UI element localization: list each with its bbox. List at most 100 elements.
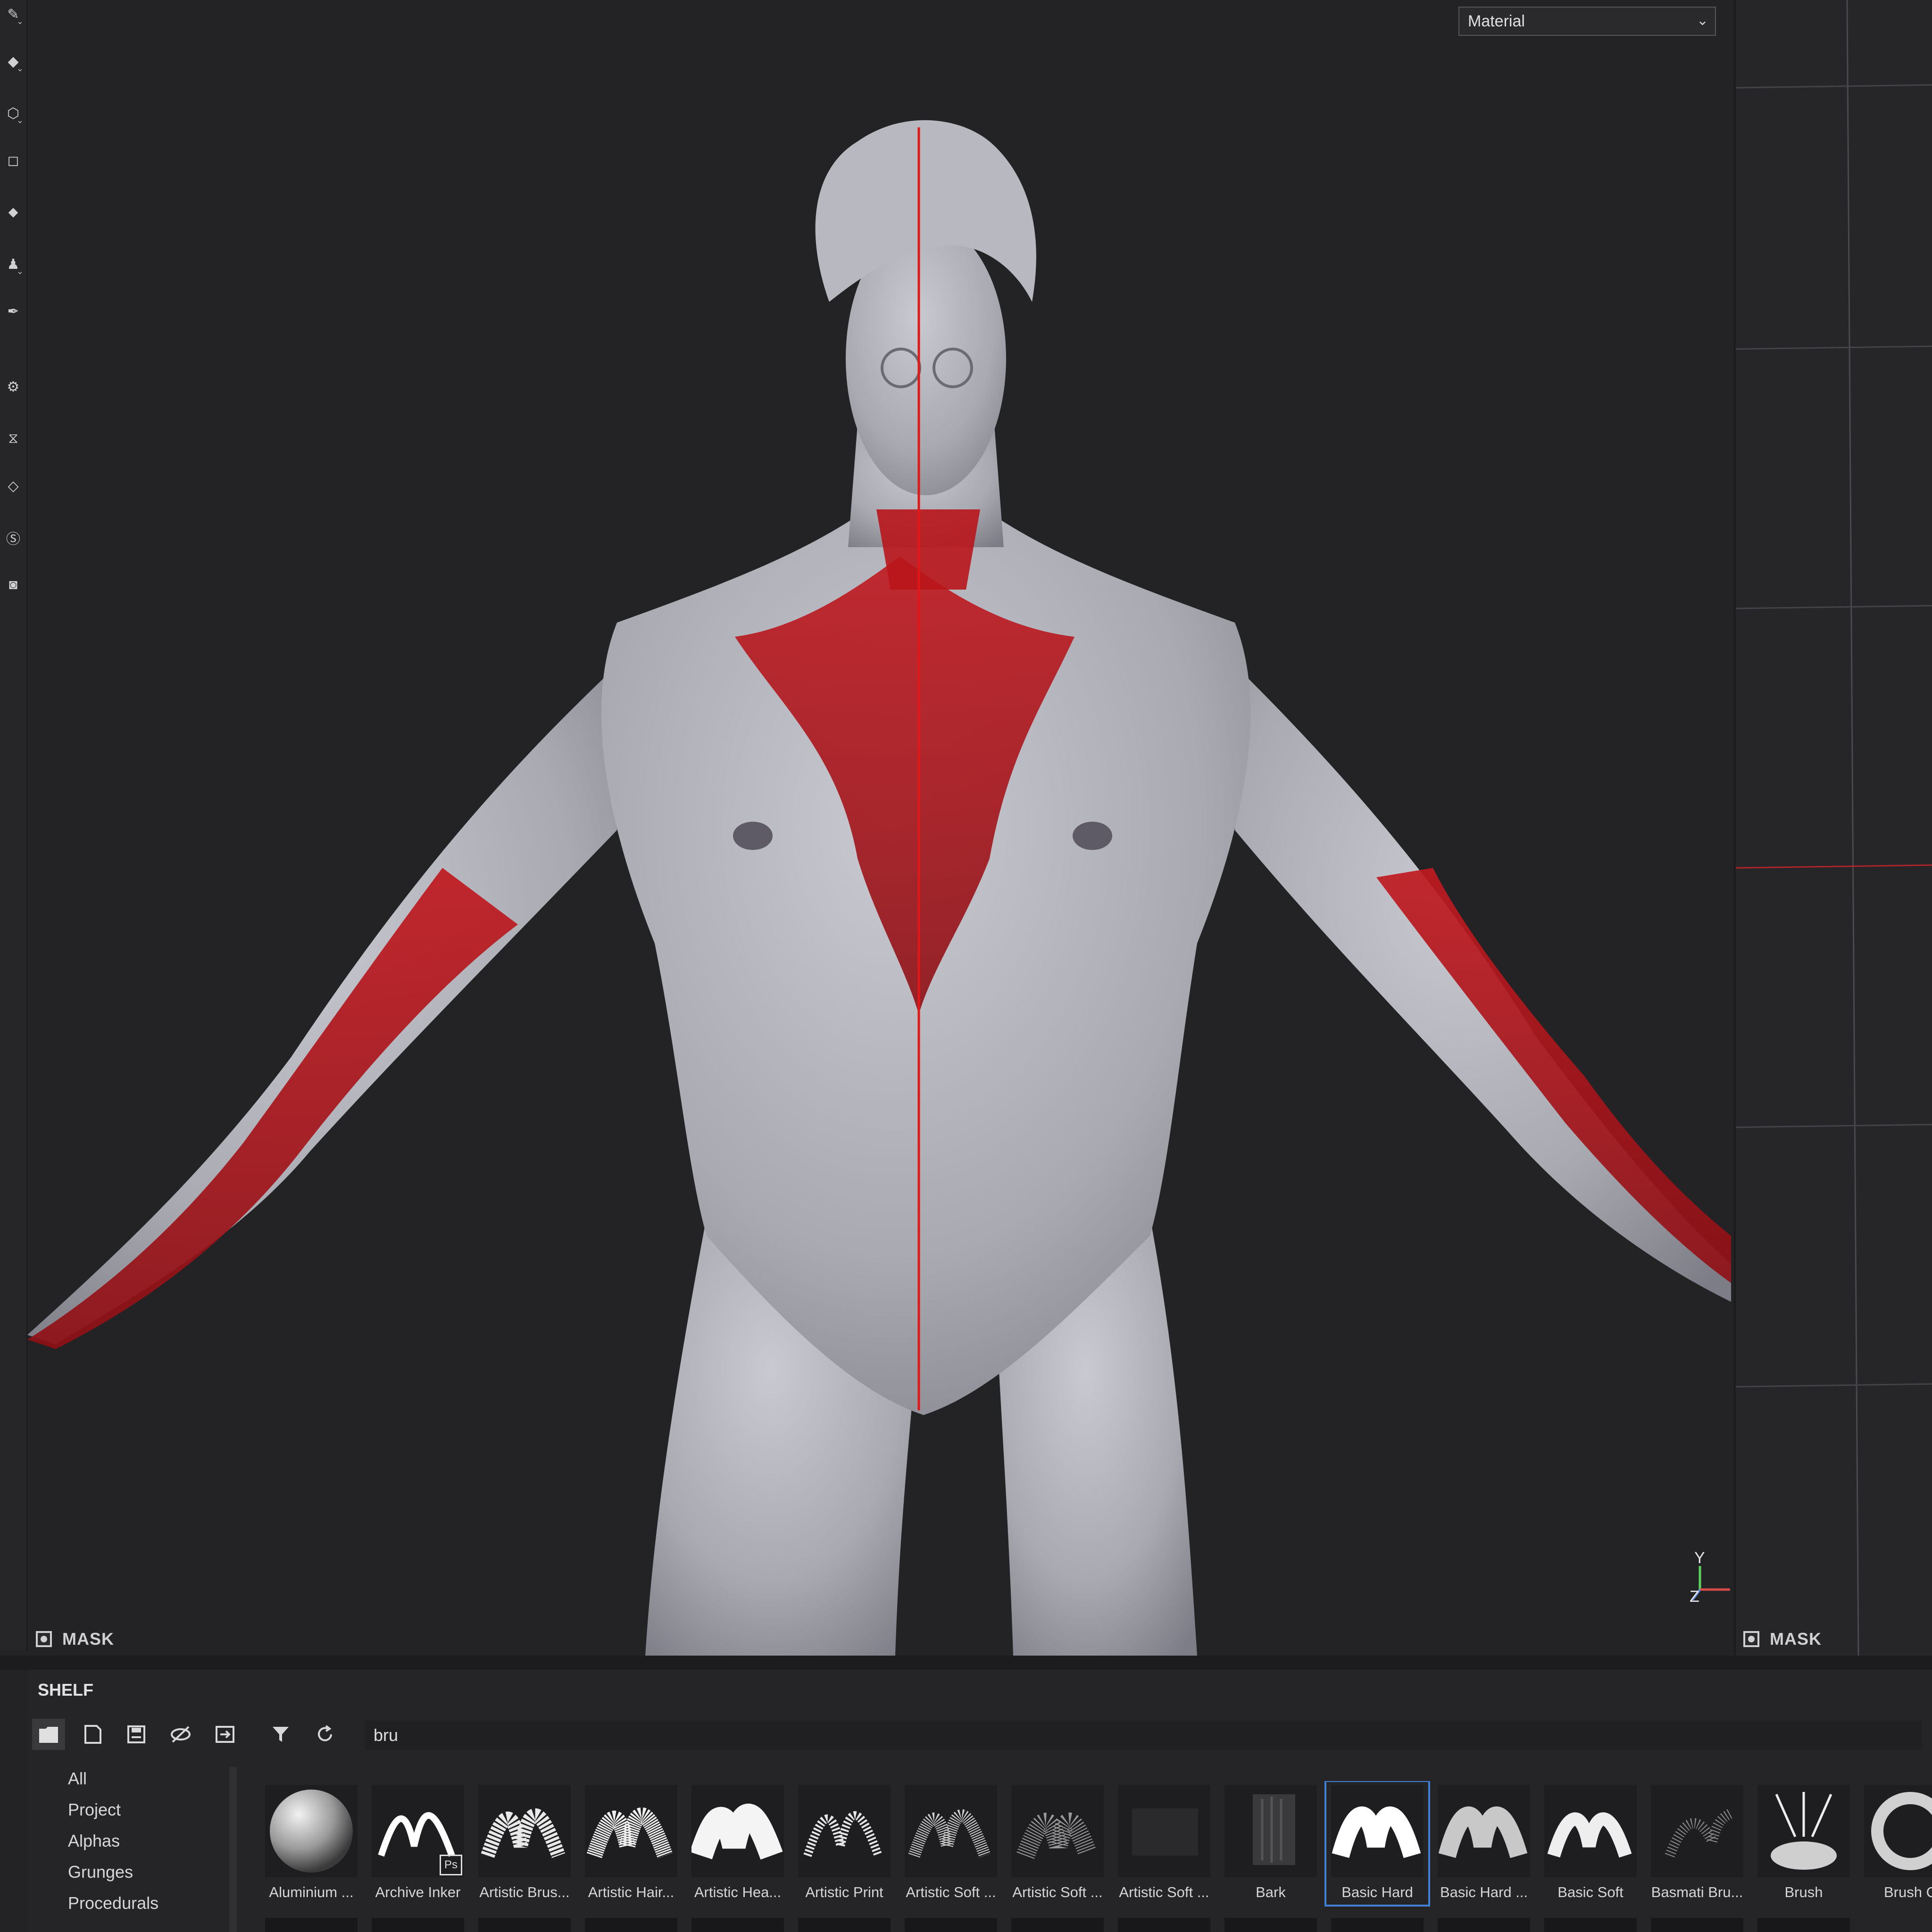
shelf-search-input[interactable] (365, 1721, 1922, 1750)
shelf-item-label: Aluminium ... (269, 1884, 354, 1900)
chevron-down-icon: ⌄ (1696, 13, 1708, 28)
shelf-item-bark[interactable]: Bark (1219, 1781, 1323, 1906)
filter-icon[interactable] (264, 1719, 297, 1750)
shelf-item-archive-inker[interactable]: Ps Archive Inker (366, 1781, 470, 1906)
shelf-item-row2[interactable] (1438, 1918, 1530, 1932)
shelf-item-label: Artistic Hea... (694, 1884, 782, 1900)
shelf-item-row2[interactable] (372, 1918, 464, 1932)
clone-tool-icon[interactable]: ♟ ⌄ (0, 250, 26, 278)
shelf-item-artistic-heavy[interactable]: Artistic Hea... (686, 1781, 790, 1906)
shelf-item-artistic-hair[interactable]: Artistic Hair... (579, 1781, 683, 1906)
mask-label: MASK (1770, 1629, 1822, 1649)
panel-divider[interactable] (0, 1656, 1932, 1670)
color-picker-icon[interactable]: ✒ (0, 297, 26, 325)
mask-icon (36, 1631, 52, 1647)
shelf-item-row2[interactable] (1544, 1918, 1637, 1932)
shelf-item-row2[interactable] (1757, 1918, 1850, 1932)
aluminium-thumbnail (265, 1785, 358, 1877)
shelf-item-row2[interactable] (1331, 1918, 1424, 1932)
shelf-item-label: Archive Inker (375, 1884, 461, 1900)
shelf-item-brush[interactable]: Brush (1752, 1781, 1856, 1906)
shelf-item-artistic-soft-1[interactable]: Artistic Soft ... (899, 1781, 1003, 1906)
artistic-heavy-thumbnail (691, 1785, 784, 1877)
shelf-item-artistic-soft-2[interactable]: Artistic Soft ... (1006, 1781, 1109, 1906)
shelf-item-label: Artistic Brus... (479, 1884, 570, 1900)
fill-tool-icon[interactable]: ⬥ (0, 198, 26, 226)
refresh-icon[interactable] (308, 1719, 341, 1750)
shelf-item-artistic-print[interactable]: Artistic Print (792, 1781, 896, 1906)
photoshop-badge: Ps (440, 1855, 462, 1875)
3d-viewport[interactable]: Material ⌄ MASK Y X Z (27, 0, 1731, 1656)
shelf-item-label: Brush C (1884, 1884, 1932, 1900)
shelf-item-label: Artistic Soft ... (1012, 1884, 1103, 1900)
save-icon[interactable] (120, 1719, 153, 1750)
script-icon[interactable]: Ⓢ (0, 524, 26, 552)
artistic-hair-thumbnail (585, 1785, 677, 1877)
shelf-item-row2[interactable] (1011, 1918, 1104, 1932)
shelf-item-artistic-brush[interactable]: Artistic Brus... (473, 1781, 576, 1906)
bake-tool-icon[interactable]: ⧖ (0, 425, 26, 453)
shelf-items: Aluminium ... Ps Archive Inker Artistic … (259, 1781, 1932, 1932)
paint-tool-icon[interactable]: ◆ ⌄ (0, 47, 26, 75)
shelf-item-row2[interactable] (478, 1918, 571, 1932)
uv-viewport[interactable]: MASK (1734, 0, 1932, 1656)
shelf-categories: All Project Alphas Grunges Procedurals (27, 1762, 249, 1932)
shelf-item-row2[interactable] (1651, 1918, 1743, 1932)
shelf-item-brush-c[interactable]: Brush C (1858, 1781, 1932, 1906)
axis-y-label: Y (1694, 1549, 1705, 1567)
uv-grid (1736, 0, 1932, 1656)
uv-mask-toggle[interactable]: MASK (1743, 1629, 1822, 1649)
category-grunges[interactable]: Grunges (68, 1862, 133, 1882)
material-select[interactable]: Material ⌄ (1458, 7, 1716, 36)
shelf-item-basmati-brush[interactable]: Basmati Bru... (1645, 1781, 1749, 1906)
settings-icon[interactable]: ⚙ (0, 373, 26, 401)
artistic-brush-thumbnail (478, 1785, 571, 1877)
polygon-fill-icon[interactable]: ◻ (0, 146, 26, 175)
shelf-item-label: Basic Soft (1557, 1884, 1624, 1900)
shelf-item-row2[interactable] (905, 1918, 997, 1932)
shelf-item-row2[interactable] (585, 1918, 677, 1932)
shelf-item-label: Artistic Print (805, 1884, 883, 1900)
shelf-item-label: Basic Hard ... (1440, 1884, 1528, 1900)
category-all[interactable]: All (68, 1769, 87, 1789)
brush-tool-icon[interactable]: ✎ ⌄ (0, 0, 26, 28)
hide-icon[interactable] (164, 1719, 197, 1750)
shelf-item-label: Basic Hard (1341, 1884, 1413, 1900)
shelf-item-label: Basmati Bru... (1651, 1884, 1743, 1900)
shelf-item-artistic-soft-3[interactable]: Artistic Soft ... (1112, 1781, 1216, 1906)
shelf-item-basic-hard[interactable]: Basic Hard (1324, 1781, 1430, 1907)
new-resource-icon[interactable] (76, 1719, 109, 1750)
shelf-item-basic-soft[interactable]: Basic Soft (1539, 1781, 1642, 1906)
mask-label: MASK (62, 1629, 114, 1649)
import-icon[interactable] (208, 1719, 242, 1750)
category-project[interactable]: Project (68, 1800, 121, 1820)
shelf-item-row2[interactable] (691, 1918, 784, 1932)
shelf-item-label: Bark (1256, 1884, 1286, 1900)
shelf-item-row2[interactable] (1224, 1918, 1317, 1932)
artistic-soft-thumbnail (1011, 1785, 1104, 1877)
shelf-item-row2[interactable] (1118, 1918, 1210, 1932)
shelf-item-row2[interactable] (798, 1918, 891, 1932)
shelf-item-aluminium[interactable]: Aluminium ... (259, 1781, 363, 1906)
mask-paint-right-arm (1376, 868, 1731, 1283)
basic-hard-thumbnail (1331, 1785, 1424, 1877)
shelf-item-label: Artistic Hair... (588, 1884, 675, 1900)
mask-icon (1743, 1631, 1759, 1647)
shelf-item-label: Artistic Soft ... (906, 1884, 996, 1900)
basic-hard-thumbnail (1438, 1785, 1530, 1877)
projection-tool-icon[interactable]: ⬡ ⌄ (0, 99, 26, 127)
folder-icon[interactable] (32, 1719, 65, 1750)
shelf-item-row2[interactable] (265, 1918, 358, 1932)
category-alphas[interactable]: Alphas (68, 1831, 120, 1851)
shelf-item-basic-hard-2[interactable]: Basic Hard ... (1432, 1781, 1536, 1906)
axis-z-label: Z (1690, 1588, 1699, 1606)
geometry-tool-icon[interactable]: ◇ (0, 472, 26, 500)
basmati-brush-thumbnail (1651, 1785, 1743, 1877)
category-procedurals[interactable]: Procedurals (68, 1893, 158, 1913)
axis-gizmo: Y X Z (1683, 1547, 1731, 1613)
artistic-soft-thumbnail (905, 1785, 997, 1877)
bark-thumbnail (1224, 1785, 1317, 1877)
camera-icon[interactable]: ◙ (0, 571, 26, 599)
viewport-mask-toggle[interactable]: MASK (36, 1629, 114, 1649)
categories-scrollbar[interactable] (229, 1767, 237, 1932)
